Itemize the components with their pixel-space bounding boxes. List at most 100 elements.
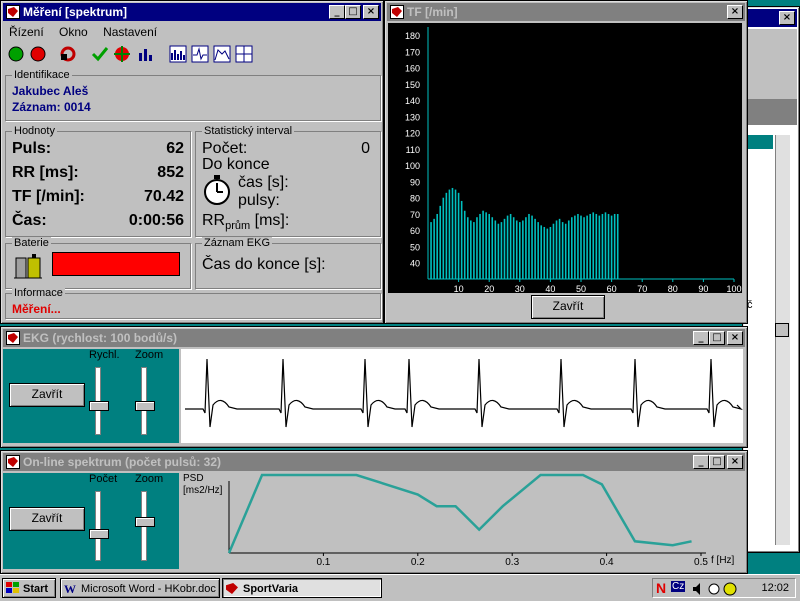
close-button[interactable]: × (727, 455, 743, 469)
x-axis-label: f [Hz] (711, 555, 735, 566)
spectrum-titlebar[interactable]: On-line spektrum (počet pulsů: 32) _ □ × (3, 453, 745, 471)
time-remaining-label: čas [s]: (238, 174, 289, 191)
background-scrollbar[interactable] (775, 135, 790, 545)
tf-title: TF [/min] (407, 5, 458, 19)
ident-name: Jakubec Aleš (12, 84, 89, 98)
taskbar-item-sportvaria-label: SportVaria (243, 583, 299, 595)
tray-volume-icon[interactable] (691, 582, 705, 596)
rr-label: RR [ms]: (12, 164, 79, 181)
app-icon (6, 455, 20, 469)
ekg-zoom-slider-thumb[interactable] (135, 401, 155, 411)
speed-slider-thumb[interactable] (89, 401, 109, 411)
tray-smiley-icon[interactable] (723, 582, 737, 596)
ekg-icon[interactable] (191, 45, 209, 63)
ekg-window: EKG (rychlost: 100 bodů/s) _ □ × Zavřít … (0, 326, 748, 448)
spectrum-controls: Zavřít Počet Zoom (3, 473, 179, 569)
background-window-titlebar[interactable]: × (745, 9, 797, 27)
check-icon[interactable] (91, 45, 109, 63)
time-value: 0:00:56 (128, 212, 184, 229)
app-icon (390, 5, 404, 19)
scroll-thumb[interactable] (775, 323, 789, 337)
tf-value: 70.42 (143, 188, 184, 205)
y-axis-label: [ms2/Hz] (183, 485, 223, 496)
y-tick-label: 170 (405, 47, 420, 57)
puls-value: 62 (166, 140, 184, 157)
ekg-chart (181, 349, 743, 443)
tray-network-icon[interactable] (707, 582, 721, 596)
maximize-button[interactable]: □ (709, 331, 725, 345)
info-label: Informace (12, 287, 65, 299)
histogram-icon[interactable] (169, 45, 187, 63)
spectrum-icon[interactable] (213, 45, 231, 63)
ekg-controls: Zavřít Rychl. Zoom (3, 349, 179, 443)
ident-group: Identifikace Jakubec Aleš Záznam: 0014 (5, 69, 381, 121)
menu-item-rizeni[interactable]: Řízení (9, 25, 44, 39)
rr-avg-text: RR (202, 212, 226, 229)
menu-item-okno[interactable]: Okno (59, 25, 88, 39)
ident-label: Identifikace (12, 69, 72, 81)
close-button[interactable]: × (779, 11, 795, 25)
x-tick-label: 20 (484, 284, 494, 293)
minimize-button[interactable]: _ (693, 455, 709, 469)
taskbar-item-word-label: Microsoft Word - HKobr.doc (81, 583, 216, 595)
target-icon[interactable] (113, 45, 131, 63)
rr-value: 852 (157, 164, 184, 181)
y-tick-label: 40 (410, 259, 420, 269)
time-label: Čas: (12, 212, 47, 229)
x-tick-label: 0.3 (505, 557, 519, 568)
x-tick-label: 90 (698, 284, 708, 293)
menu-item-nastaveni[interactable]: Nastavení (103, 25, 157, 39)
y-tick-label: 180 (405, 31, 420, 41)
y-tick-label: 120 (405, 129, 420, 139)
info-group: Informace Měření... (5, 287, 381, 319)
measure-titlebar[interactable]: Měření [spektrum] _ □ × (3, 3, 381, 21)
taskbar-item-sportvaria[interactable]: SportVaria (222, 578, 382, 598)
spectrum-title: On-line spektrum (počet pulsů: 32) (23, 455, 222, 469)
tf-chart: 40 50 60 70 80 90 100 110 120 130 140 150 160 170 180 1… (388, 23, 742, 293)
windows-logo-icon (6, 582, 19, 593)
close-button[interactable]: × (727, 5, 743, 19)
y-tick-label: 50 (410, 242, 420, 252)
word-icon: W (64, 582, 76, 596)
start-icon[interactable] (7, 45, 25, 63)
maximize-button[interactable]: □ (345, 5, 361, 19)
background-toolbar (743, 29, 797, 99)
tray-n-icon[interactable]: N (656, 580, 666, 596)
minimize-button[interactable]: _ (329, 5, 345, 19)
close-button[interactable]: × (363, 5, 379, 19)
maximize-button[interactable]: □ (709, 455, 725, 469)
count-slider-thumb[interactable] (89, 529, 109, 539)
x-tick-label: 0.1 (316, 557, 330, 568)
spectrum-close-button[interactable]: Zavřít (9, 507, 85, 531)
y-tick-label: 90 (410, 177, 420, 187)
count-slider-track[interactable] (95, 491, 101, 561)
tile-icon[interactable] (235, 45, 253, 63)
stat-label: Statistický interval (202, 125, 295, 137)
stop-icon[interactable] (29, 45, 47, 63)
x-tick-label: 100 (726, 284, 741, 293)
taskbar-item-word[interactable]: Microsoft Word - HKobr.doc (60, 578, 220, 598)
rr-avg-unit: [ms]: (254, 212, 290, 229)
tray-language-icon[interactable]: Cz (671, 581, 686, 592)
x-tick-label: 0.4 (600, 557, 614, 568)
tf-close-button[interactable]: Zavřít (531, 295, 605, 319)
ekg-close-button[interactable]: Zavřít (9, 383, 85, 407)
close-button[interactable]: × (727, 331, 743, 345)
minimize-button[interactable]: _ (693, 331, 709, 345)
tf-titlebar[interactable]: TF [/min] × (387, 3, 745, 21)
refresh-icon[interactable] (59, 45, 77, 63)
menu-bar: Řízení Okno Nastavení (9, 25, 169, 39)
x-tick-label: 40 (545, 284, 555, 293)
clock[interactable]: 12:02 (761, 582, 789, 594)
bars-icon[interactable] (137, 45, 155, 63)
x-tick-label: 60 (607, 284, 617, 293)
spectrum-zoom-slider-thumb[interactable] (135, 517, 155, 527)
app-icon (6, 5, 20, 19)
spectrum-chart: PSD[ms2/Hz] f [Hz] 0.1 0.2 0.3 0.4 0.5 (183, 473, 735, 568)
tf-window: TF [/min] × 40 50 60 70 80 90 100 110 120 130 140 1… (384, 0, 748, 324)
ekg-titlebar[interactable]: EKG (rychlost: 100 bodů/s) _ □ × (3, 329, 745, 347)
info-text: Měření... (12, 302, 61, 316)
battery-level-bar (52, 252, 180, 276)
values-group: Hodnoty Puls: 62 RR [ms]: 852 TF [/min]:… (5, 125, 191, 237)
measure-window: Měření [spektrum] _ □ × Řízení Okno Nast… (0, 0, 384, 324)
